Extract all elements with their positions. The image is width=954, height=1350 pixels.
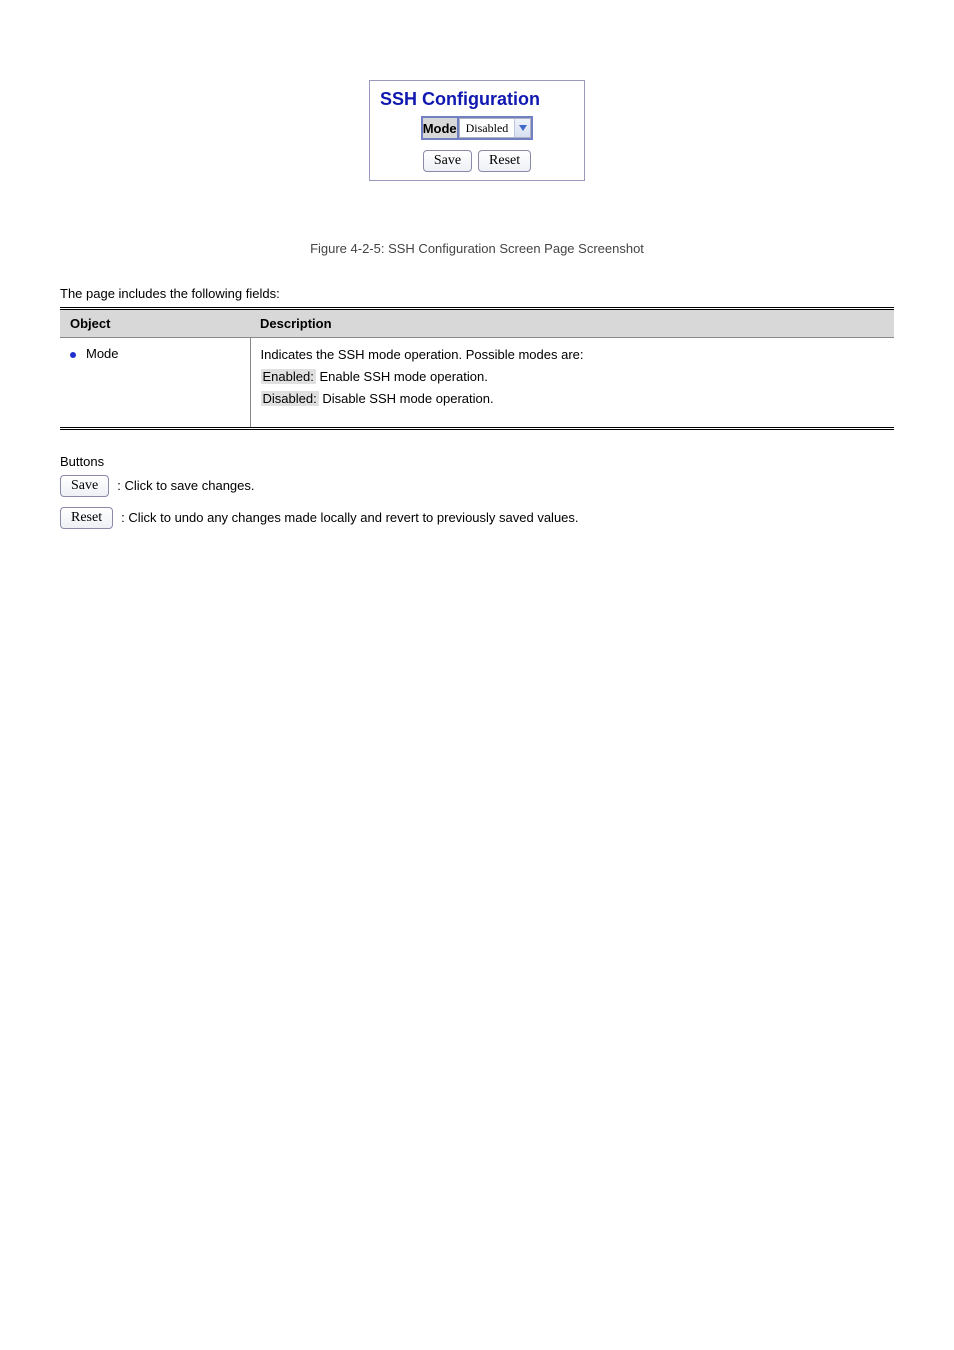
mode-select[interactable]: Disabled (459, 118, 532, 138)
save-button[interactable]: Save (60, 475, 109, 497)
disabled-label: Disabled: (261, 391, 319, 406)
buttons-heading: Buttons (60, 454, 894, 469)
enabled-label: Enabled: (261, 369, 316, 384)
desc-enabled: Enabled: Enable SSH mode operation. (261, 368, 885, 386)
reset-description: : Click to undo any changes made locally… (121, 510, 578, 525)
col-header-object: Object (60, 309, 250, 338)
desc-line-1: Indicates the SSH mode operation. Possib… (261, 346, 885, 364)
mode-label: Mode (422, 117, 458, 139)
mode-select-value: Disabled (460, 121, 515, 136)
figure-title: SSH Configuration (376, 87, 578, 116)
figure-reset-button[interactable]: Reset (478, 150, 531, 172)
desc-disabled: Disabled: Disable SSH mode operation. (261, 390, 885, 408)
figure-save-button[interactable]: Save (423, 150, 472, 172)
figure-mode-table: Mode Disabled (421, 116, 534, 140)
figure-caption: Figure 4-2-5: SSH Configuration Screen P… (60, 241, 894, 256)
table-row: Mode Indicates the SSH mode operation. P… (60, 338, 894, 429)
fields-table: Object Description Mode Indicates the SS… (60, 307, 894, 430)
ssh-config-figure: SSH Configuration Mode Disabled Save Res… (369, 80, 585, 181)
bullet-icon (70, 352, 76, 358)
disabled-text: Disable SSH mode operation. (319, 391, 494, 406)
enabled-text: Enable SSH mode operation. (316, 369, 488, 384)
buttons-section: Buttons Save : Click to save changes. Re… (60, 454, 894, 529)
reset-button[interactable]: Reset (60, 507, 113, 529)
col-header-description: Description (250, 309, 894, 338)
table-intro: The page includes the following fields: (60, 286, 894, 301)
chevron-down-icon (514, 119, 530, 137)
save-description: : Click to save changes. (117, 478, 254, 493)
object-name: Mode (86, 346, 119, 361)
